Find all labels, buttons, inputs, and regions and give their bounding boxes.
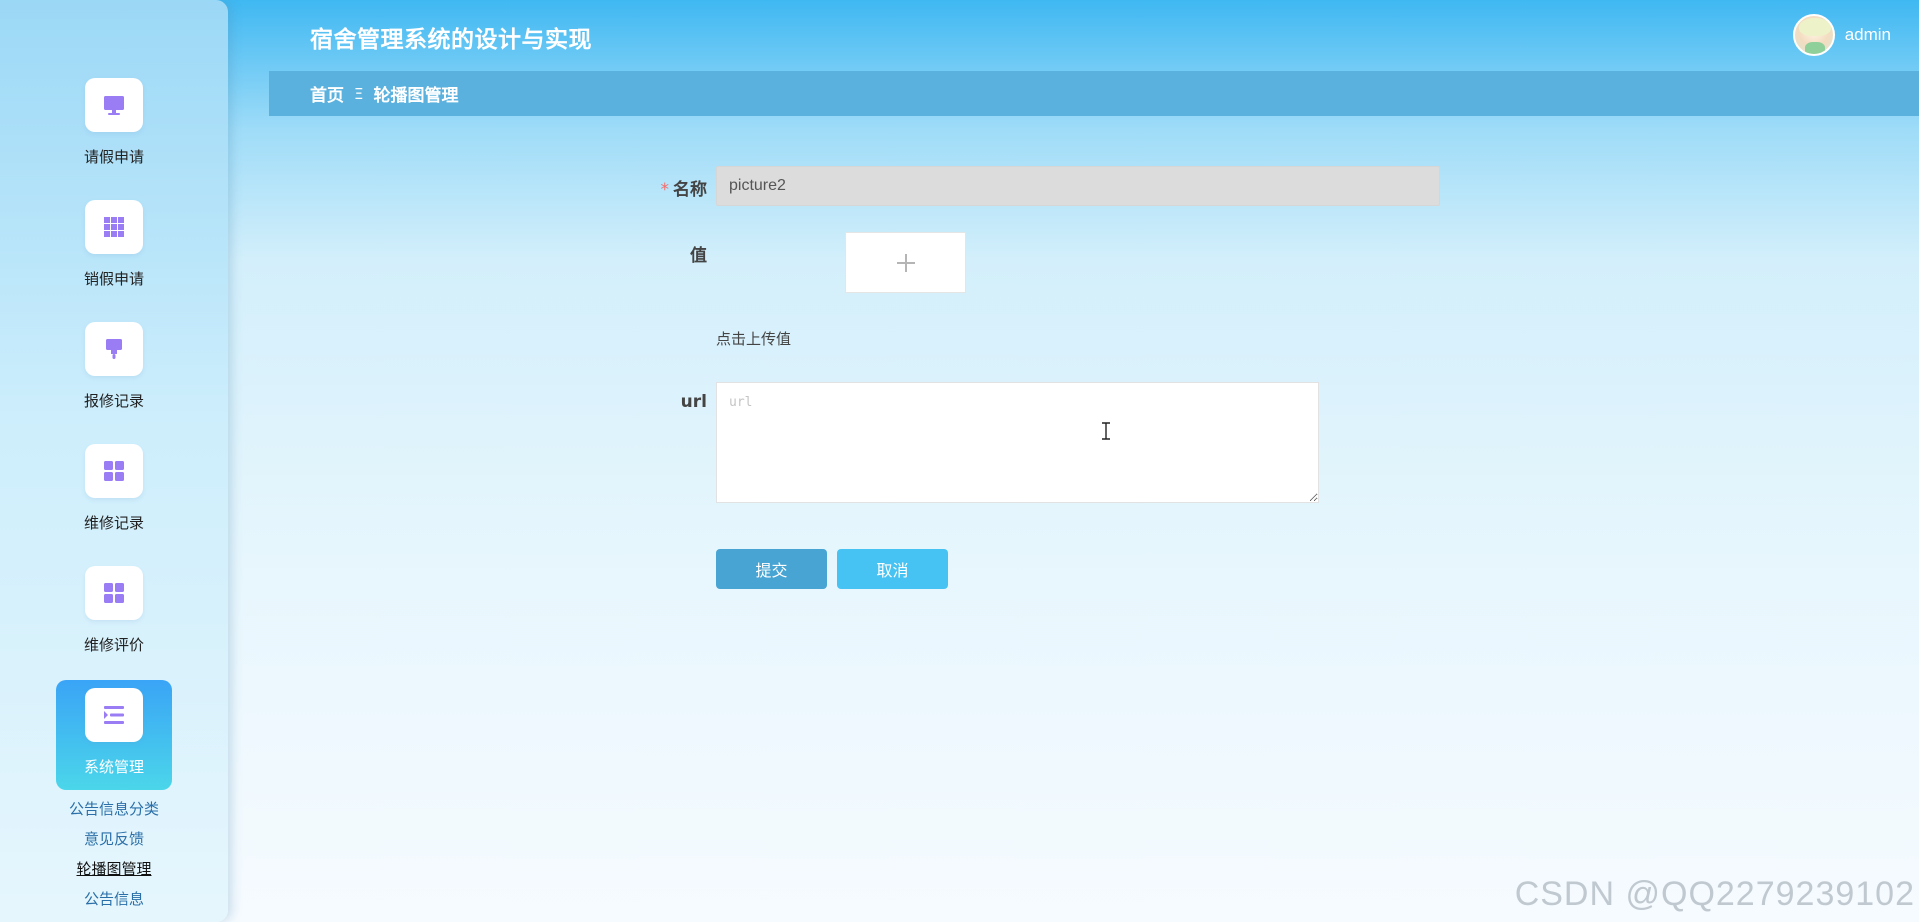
username: admin [1844, 25, 1891, 44]
monitor-icon [85, 78, 143, 132]
user-menu[interactable]: admin [1792, 14, 1891, 56]
menu-list-icon [85, 688, 143, 742]
sidebar-item-leave-cancel[interactable]: 销假申请 [56, 192, 172, 302]
brush-icon [85, 322, 143, 376]
sidebar-item-repair-records[interactable]: 报修记录 [56, 314, 172, 424]
sidebar: 请假申请 销假申请 报修记录 维修记录 维修评价 系统管理 公告信息分类 意见反… [0, 0, 228, 922]
sidebar-item-maintenance-review[interactable]: 维修评价 [56, 558, 172, 668]
sidebar-item-system-management[interactable]: 系统管理 [56, 680, 172, 790]
watermark: CSDN @QQ2279239102 [1514, 875, 1915, 913]
name-input[interactable]: picture2 [716, 166, 1440, 206]
apps-icon [85, 444, 143, 498]
breadcrumb: 首页 Ξ 轮播图管理 [269, 71, 1919, 116]
sidebar-item-maintenance-records[interactable]: 维修记录 [56, 436, 172, 546]
value-label: 值 [690, 246, 707, 266]
breadcrumb-separator: Ξ [354, 84, 364, 103]
upload-button[interactable] [845, 232, 966, 293]
submenu-item-notice[interactable]: 公告信息 [0, 888, 228, 909]
plus-icon [896, 253, 915, 272]
breadcrumb-home[interactable]: 首页 [310, 81, 344, 106]
name-label: * 名称 [640, 175, 708, 200]
required-mark: * [660, 180, 670, 200]
submenu-item-carousel[interactable]: 轮播图管理 [0, 858, 228, 879]
sidebar-item-label: 维修评价 [83, 636, 144, 654]
upload-hint: 点击上传值 [716, 330, 792, 348]
name-label-text: 名称 [673, 180, 707, 200]
sidebar-item-label: 系统管理 [83, 758, 144, 776]
url-label: url [680, 392, 707, 412]
sidebar-item-label: 维修记录 [83, 514, 144, 532]
apps-icon [85, 566, 143, 620]
submenu-item-feedback[interactable]: 意见反馈 [0, 828, 228, 849]
cancel-button[interactable]: 取消 [837, 549, 948, 589]
text-cursor-icon [1102, 422, 1110, 440]
avatar[interactable] [1792, 14, 1835, 56]
sidebar-item-label: 请假申请 [83, 148, 144, 166]
submenu-item-notice-category[interactable]: 公告信息分类 [0, 798, 228, 819]
submit-button[interactable]: 提交 [716, 549, 827, 589]
sidebar-item-label: 销假申请 [83, 270, 144, 288]
breadcrumb-current: 轮播图管理 [373, 86, 459, 106]
url-textarea[interactable] [716, 382, 1319, 503]
sidebar-item-label: 报修记录 [83, 392, 144, 410]
app-title: 宿舍管理系统的设计与实现 [310, 27, 592, 53]
grid-icon [85, 200, 143, 254]
sidebar-item-leave-request[interactable]: 请假申请 [56, 70, 172, 180]
